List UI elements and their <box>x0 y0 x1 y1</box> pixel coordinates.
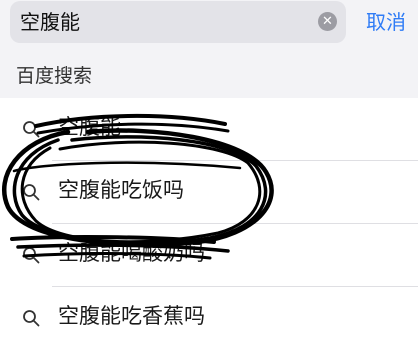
suggestion-item[interactable]: 空腹能吃饭吗 <box>0 161 418 224</box>
suggestion-label: 空腹能吃香蕉吗 <box>58 304 205 328</box>
search-icon <box>23 310 40 327</box>
search-icon <box>23 247 40 264</box>
suggestion-item[interactable]: 空腹能吃香蕉吗 <box>0 287 418 350</box>
search-bar: 空腹能 ✕ 取消 <box>0 0 418 50</box>
search-input[interactable]: 空腹能 <box>20 9 80 35</box>
search-field[interactable]: 空腹能 ✕ <box>10 1 346 43</box>
section-header: 百度搜索 <box>0 50 418 98</box>
suggestion-label: 空腹能 <box>58 115 121 139</box>
cancel-button[interactable]: 取消 <box>366 9 406 35</box>
clear-search-icon[interactable]: ✕ <box>318 12 337 31</box>
suggestion-item[interactable]: 空腹能 <box>0 98 418 161</box>
suggestion-item[interactable]: 空腹能喝酸奶吗 <box>0 224 418 287</box>
search-icon <box>23 184 40 201</box>
suggestion-label: 空腹能吃饭吗 <box>58 178 184 202</box>
suggestion-label: 空腹能喝酸奶吗 <box>58 241 205 265</box>
section-title: 百度搜索 <box>16 65 93 87</box>
search-icon <box>23 121 40 138</box>
